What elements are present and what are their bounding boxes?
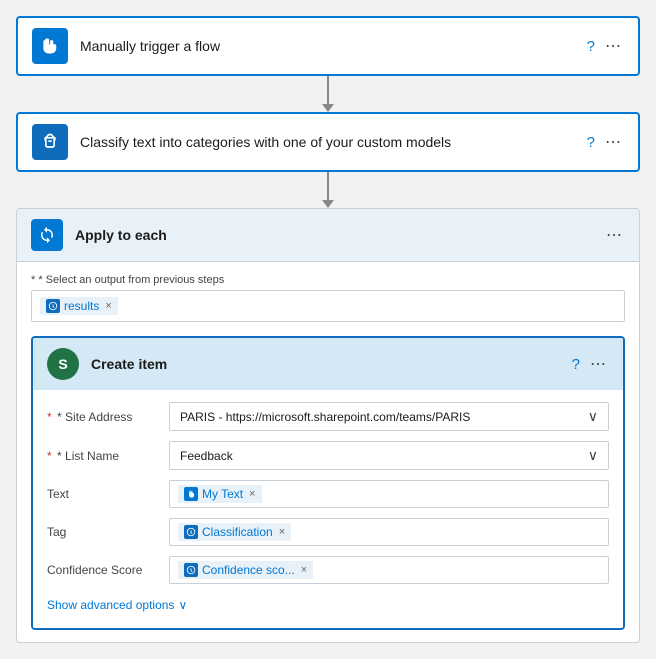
tag-tag-icon xyxy=(184,525,198,539)
list-name-row: * * List Name Feedback ∨ xyxy=(47,441,609,470)
text-tag: My Text × xyxy=(178,485,262,503)
trigger-step: Manually trigger a flow ? ⋯ xyxy=(16,16,640,76)
loop-svg xyxy=(38,226,56,244)
tag-value: Classification × xyxy=(169,518,609,546)
create-item-more-button[interactable]: ⋯ xyxy=(588,354,609,374)
site-address-text: PARIS - https://microsoft.sharepoint.com… xyxy=(180,410,470,424)
confidence-value: Confidence sco... × xyxy=(169,556,609,584)
create-item-actions: ? ⋯ xyxy=(572,354,609,374)
tag-icon-svg xyxy=(186,527,196,537)
classify-svg xyxy=(40,132,60,152)
confidence-tag-icon xyxy=(184,563,198,577)
text-tag-close[interactable]: × xyxy=(249,488,255,500)
show-advanced-chevron: ∨ xyxy=(178,598,187,612)
hand-svg xyxy=(40,36,60,56)
text-tag-icon xyxy=(184,487,198,501)
trigger-help-icon[interactable]: ? xyxy=(587,38,595,55)
results-tag-close[interactable]: × xyxy=(105,300,111,312)
tag-tag-close[interactable]: × xyxy=(279,526,285,538)
tag-tag-label: Classification xyxy=(202,525,273,539)
site-required: * xyxy=(47,410,55,424)
confidence-tag-close[interactable]: × xyxy=(301,564,307,576)
trigger-icon xyxy=(32,28,68,64)
apply-more-button[interactable]: ⋯ xyxy=(604,225,625,245)
classify-step: Classify text into categories with one o… xyxy=(16,112,640,172)
confidence-label: Confidence Score xyxy=(47,563,157,577)
classify-title: Classify text into categories with one o… xyxy=(80,134,575,150)
site-address-label: * * Site Address xyxy=(47,410,157,424)
arrow-2 xyxy=(322,172,334,208)
text-tag-input[interactable]: My Text × xyxy=(169,480,609,508)
select-output-label: * * Select an output from previous steps xyxy=(31,274,625,286)
apply-icon xyxy=(31,219,63,251)
arrow-line-1 xyxy=(327,76,329,104)
arrow-head-2 xyxy=(322,200,334,208)
site-address-chevron: ∨ xyxy=(588,408,598,425)
arrow-head-1 xyxy=(322,104,334,112)
create-item-header: S Create item ? ⋯ xyxy=(33,338,623,390)
trigger-actions: ? ⋯ xyxy=(587,36,624,56)
confidence-tag: Confidence sco... × xyxy=(178,561,313,579)
confidence-icon-svg xyxy=(186,565,196,575)
create-item-help-icon[interactable]: ? xyxy=(572,356,580,373)
apply-body: * * Select an output from previous steps… xyxy=(17,262,639,642)
create-item-block: S Create item ? ⋯ * * Site Address xyxy=(31,336,625,630)
tag-row: Tag Classification xyxy=(47,518,609,546)
tag-label: Tag xyxy=(47,525,157,539)
apply-title: Apply to each xyxy=(75,227,592,243)
create-item-title: Create item xyxy=(91,356,560,372)
classify-actions: ? ⋯ xyxy=(587,132,624,152)
select-output-section: * * Select an output from previous steps… xyxy=(31,274,625,322)
trigger-title: Manually trigger a flow xyxy=(80,38,575,54)
tag-tag-input[interactable]: Classification × xyxy=(169,518,609,546)
text-icon-svg xyxy=(186,489,196,499)
confidence-tag-label: Confidence sco... xyxy=(202,563,295,577)
results-icon-svg xyxy=(48,301,58,311)
confidence-row: Confidence Score Conf xyxy=(47,556,609,584)
create-item-icon: S xyxy=(47,348,79,380)
results-tag-icon xyxy=(46,299,60,313)
results-tag: results × xyxy=(40,297,118,315)
trigger-more-button[interactable]: ⋯ xyxy=(603,36,624,56)
show-advanced-options[interactable]: Show advanced options ∨ xyxy=(47,594,609,616)
apply-header: Apply to each ⋯ xyxy=(17,209,639,262)
classify-more-button[interactable]: ⋯ xyxy=(603,132,624,152)
arrow-line-2 xyxy=(327,172,329,200)
list-name-dropdown[interactable]: Feedback ∨ xyxy=(169,441,609,470)
output-tag-input[interactable]: results × xyxy=(31,290,625,322)
site-address-value: PARIS - https://microsoft.sharepoint.com… xyxy=(169,402,609,431)
create-item-body: * * Site Address PARIS - https://microso… xyxy=(33,390,623,628)
results-tag-label: results xyxy=(64,299,99,313)
show-advanced-label: Show advanced options xyxy=(47,598,174,612)
text-tag-label: My Text xyxy=(202,487,243,501)
confidence-tag-input[interactable]: Confidence sco... × xyxy=(169,556,609,584)
site-address-dropdown[interactable]: PARIS - https://microsoft.sharepoint.com… xyxy=(169,402,609,431)
create-item-icon-letter: S xyxy=(58,356,67,372)
apply-to-each-block: Apply to each ⋯ * * Select an output fro… xyxy=(16,208,640,643)
list-name-label: * * List Name xyxy=(47,449,157,463)
list-name-text: Feedback xyxy=(180,449,233,463)
flow-container: Manually trigger a flow ? ⋯ Classify tex… xyxy=(16,16,640,643)
classify-icon xyxy=(32,124,68,160)
text-label: Text xyxy=(47,487,157,501)
classify-help-icon[interactable]: ? xyxy=(587,134,595,151)
text-value: My Text × xyxy=(169,480,609,508)
site-address-row: * * Site Address PARIS - https://microso… xyxy=(47,402,609,431)
text-row: Text My Text xyxy=(47,480,609,508)
list-required: * xyxy=(47,449,55,463)
list-name-chevron: ∨ xyxy=(588,447,598,464)
arrow-1 xyxy=(322,76,334,112)
tag-tag: Classification × xyxy=(178,523,291,541)
list-name-value: Feedback ∨ xyxy=(169,441,609,470)
